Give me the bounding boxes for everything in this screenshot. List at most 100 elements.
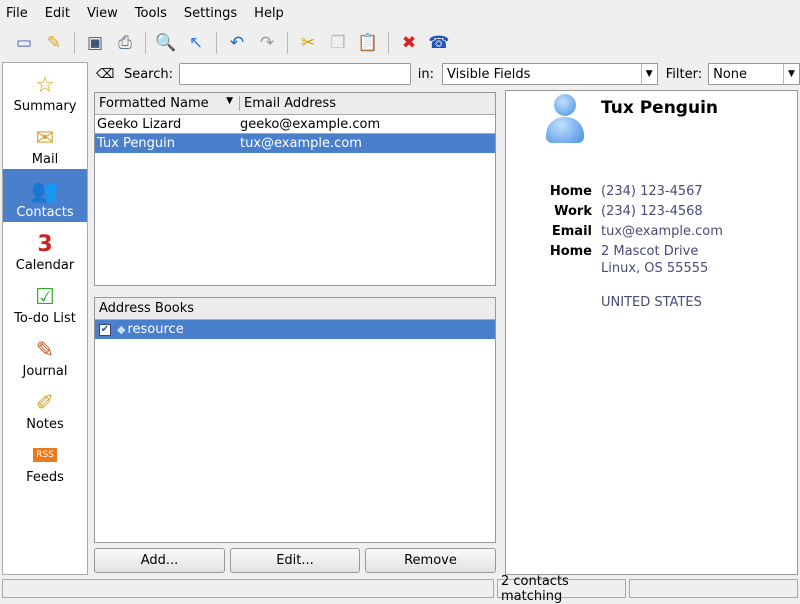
menu-tools[interactable]: Tools (135, 6, 167, 21)
delete-icon[interactable]: ✖ (397, 31, 421, 55)
sidebar-item-mail[interactable]: ✉ Mail (3, 116, 87, 169)
address-book-item[interactable]: ✔ ◆ resource (95, 320, 495, 339)
summary-icon: ☆ (35, 73, 55, 98)
phone-icon[interactable]: ☎ (427, 31, 451, 55)
mail-icon: ✉ (35, 126, 55, 151)
cut-icon[interactable]: ✂ (296, 31, 320, 55)
print-icon[interactable]: ⎙ (113, 31, 137, 55)
paste-icon[interactable]: 📋 (356, 31, 380, 55)
separator (145, 32, 146, 54)
search-input[interactable] (179, 63, 411, 85)
remove-button[interactable]: Remove (365, 548, 496, 573)
sidebar-item-todo[interactable]: ☑ To-do List (3, 275, 87, 328)
sidebar-item-label: Feeds (26, 470, 64, 485)
sidebar-item-label: Contacts (16, 205, 74, 220)
sidebar-item-label: Mail (31, 152, 59, 167)
filter-select[interactable]: None ▼ (708, 63, 800, 85)
search-field-select[interactable]: Visible Fields ▼ (441, 63, 658, 85)
sidebar-item-label: Notes (26, 417, 64, 432)
redo-icon[interactable]: ↷ (255, 31, 279, 55)
sort-down-icon: ▼ (226, 96, 233, 106)
todo-icon: ☑ (35, 285, 55, 310)
contacts-list-header: Formatted Name ▼ Email Address (95, 93, 495, 115)
rss-icon: RSS (33, 448, 57, 462)
contacts-icon: 👥 (31, 179, 59, 204)
sidebar-item-label: To-do List (14, 311, 76, 326)
filter-value: None (713, 66, 748, 82)
sidebar-item-contacts[interactable]: 👥 Contacts (3, 169, 87, 222)
undo-icon[interactable]: ↶ (225, 31, 249, 55)
menu-view[interactable]: View (87, 6, 118, 21)
address-line-1: 2 Mascot Drive (601, 244, 699, 259)
chevron-down-icon: ▼ (783, 64, 799, 84)
sidebar-item-calendar[interactable]: 3 Calendar (3, 222, 87, 275)
menu-file[interactable]: File (6, 6, 28, 21)
sidebar-item-label: Journal (22, 364, 68, 379)
contacts-list: Formatted Name ▼ Email Address Geeko Liza… (94, 92, 496, 286)
separator (216, 32, 217, 54)
sidebar-item-notes[interactable]: ✐ Notes (3, 381, 87, 434)
field-label: Home (549, 244, 592, 259)
address-books-title: Address Books (99, 301, 195, 316)
field-label: Work (554, 204, 592, 219)
save-icon[interactable]: ▣ (83, 31, 107, 55)
contact-name: Tux Penguin (97, 136, 175, 151)
address-books-header: Address Books (95, 298, 495, 320)
work-phone-value[interactable]: (234) 123-4568 (601, 204, 703, 219)
contact-avatar-icon (546, 94, 584, 144)
journal-icon: ✎ (35, 338, 55, 363)
address-country: UNITED STATES (601, 295, 702, 310)
edit-icon[interactable]: ✎ (42, 31, 66, 55)
notes-icon: ✐ (35, 391, 55, 416)
menu-edit[interactable]: Edit (45, 6, 70, 21)
copy-icon[interactable]: ❐ (326, 31, 350, 55)
toolbar: ▭ ✎ ▣ ⎙ 🔍 ↖ ↶ ↷ ✂ ❐ 📋 ✖ ☎ (0, 28, 800, 58)
sidebar-item-feeds[interactable]: RSS Feeds (3, 434, 87, 487)
edit-button[interactable]: Edit... (230, 548, 360, 573)
contact-row[interactable]: Tux Penguin tux@example.com (95, 134, 495, 153)
menu-help[interactable]: Help (254, 6, 284, 21)
find-icon[interactable]: 🔍 (154, 31, 178, 55)
chevron-down-icon: ▼ (640, 64, 657, 84)
in-label: in: (417, 66, 434, 82)
column-formatted-name[interactable]: Formatted Name ▼ (95, 96, 240, 111)
checkbox-checked-icon[interactable]: ✔ (99, 323, 111, 336)
sidebar-item-summary[interactable]: ☆ Summary (3, 63, 87, 116)
home-phone-value[interactable]: (234) 123-4567 (601, 184, 703, 199)
new-contact-icon[interactable]: ▭ (12, 31, 36, 55)
column-email[interactable]: Email Address (240, 96, 336, 111)
separator (287, 32, 288, 54)
whats-this-icon[interactable]: ↖ (184, 31, 208, 55)
filter-label: Filter: (665, 66, 703, 82)
field-label: Email (551, 224, 592, 239)
contact-email: tux@example.com (240, 136, 362, 151)
email-link[interactable]: tux@example.com (601, 224, 723, 239)
address-books-list: Address Books ✔ ◆ resource (94, 297, 496, 543)
menu-settings[interactable]: Settings (184, 6, 237, 21)
calendar-icon: 3 (37, 232, 53, 257)
sidebar-item-journal[interactable]: ✎ Journal (3, 328, 87, 381)
sidebar: ☆ Summary ✉ Mail 👥 Contacts 3 Calendar ☑ To-d… (2, 62, 88, 575)
search-label: Search: (123, 66, 174, 82)
sidebar-item-label: Calendar (15, 258, 75, 273)
contact-row[interactable]: Geeko Lizard geeko@example.com (95, 115, 495, 134)
sidebar-item-label: Summary (13, 99, 77, 114)
separator (74, 32, 75, 54)
contact-name: Geeko Lizard (97, 116, 182, 132)
search-bar: ⌫ Search: in: Visible Fields ▼ Filter: No… (96, 62, 800, 86)
add-button[interactable]: Add... (94, 548, 225, 573)
status-left (2, 579, 494, 598)
status-right (629, 579, 798, 598)
column-label: Formatted Name (99, 96, 209, 111)
resource-icon: ◆ (117, 323, 126, 336)
address-book-label: resource (127, 322, 184, 337)
separator (388, 32, 389, 54)
contact-name-heading: Tux Penguin (601, 98, 719, 118)
status-count: 2 contacts matching (497, 574, 626, 604)
clear-search-icon[interactable]: ⌫ (96, 67, 118, 82)
search-field-value: Visible Fields (446, 66, 531, 82)
address-line-2: Linux, OS 55555 (601, 261, 709, 276)
contact-detail-pane: Tux Penguin Home (234) 123-4567 Work (23… (505, 90, 798, 575)
field-label: Home (549, 184, 592, 199)
contact-email: geeko@example.com (240, 116, 381, 132)
